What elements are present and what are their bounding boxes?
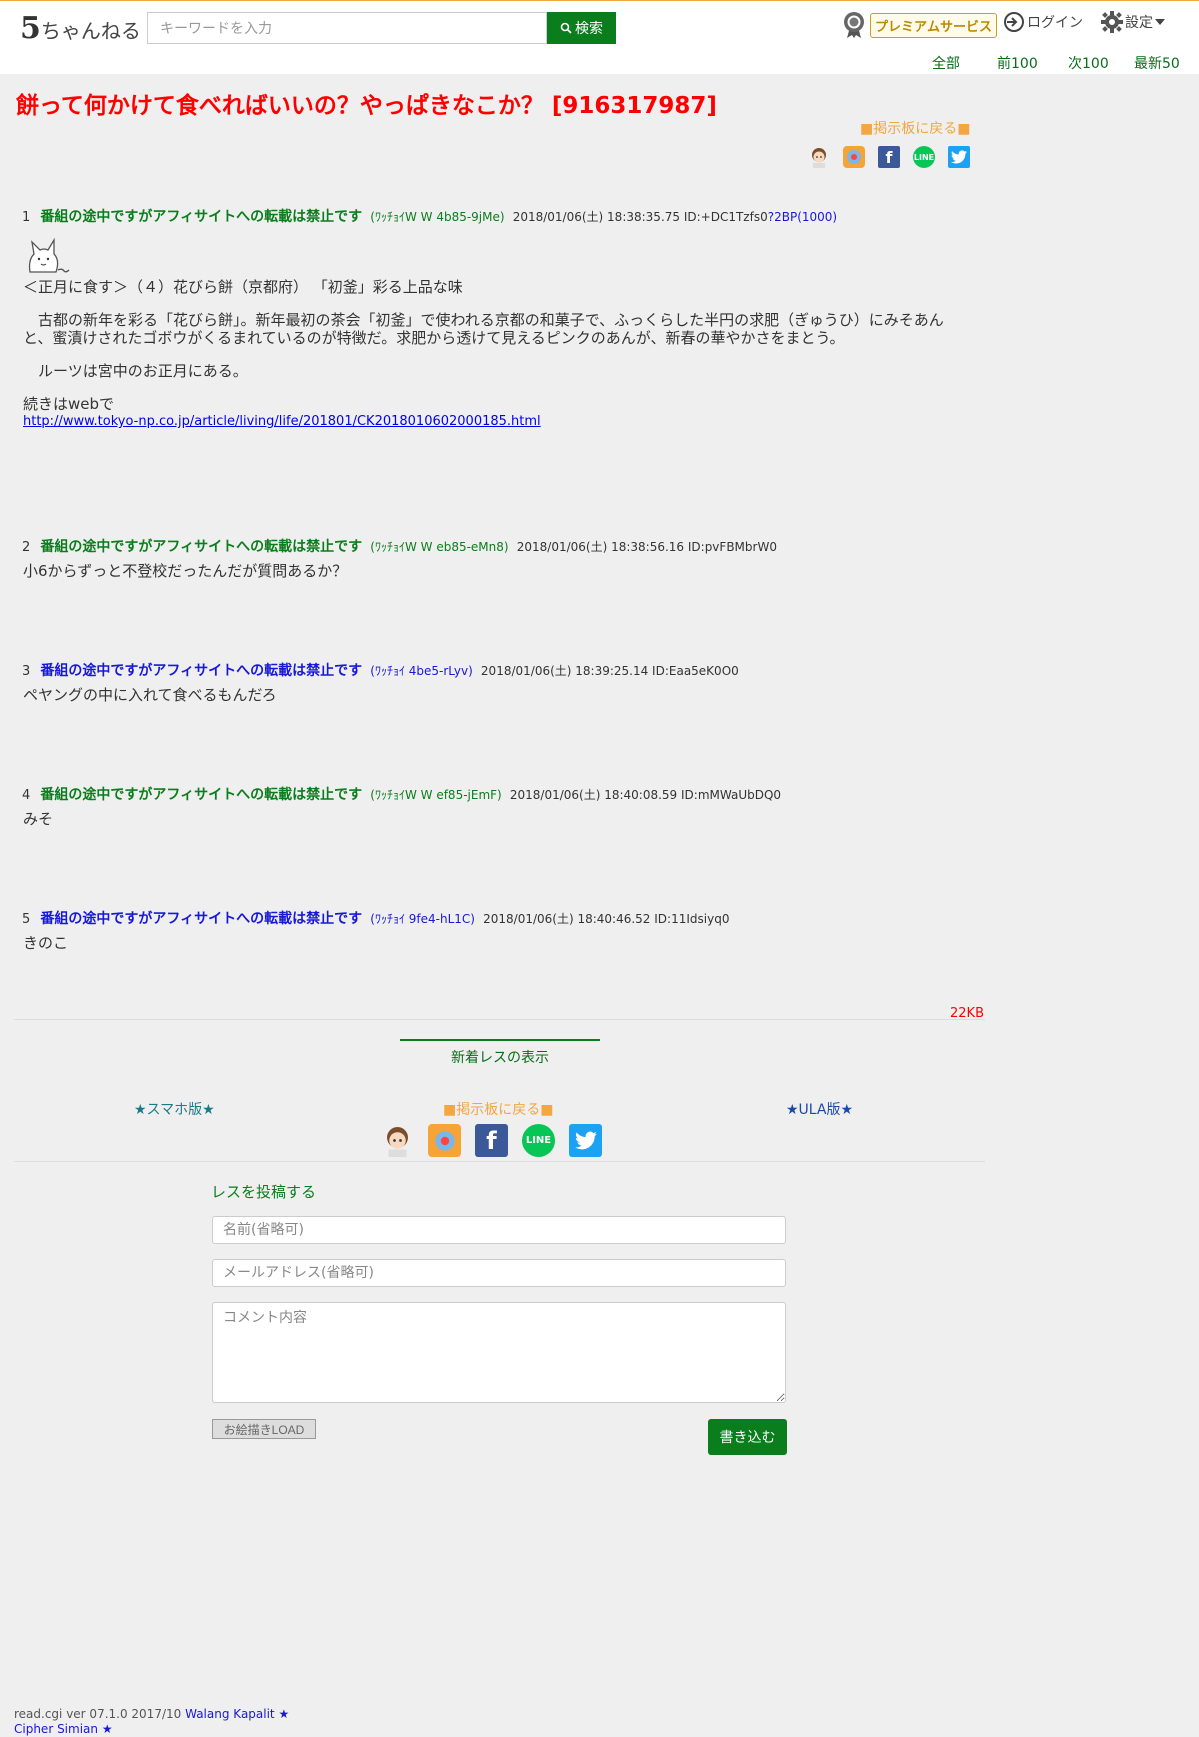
facebook-icon[interactable]: f <box>878 146 900 168</box>
post-date-id: 2018/01/06(土) 18:38:35.75 ID:+DC1Tzfs0 <box>512 210 768 224</box>
back-to-board-link[interactable]: ■掲示板に戻る■ <box>860 118 970 138</box>
divider <box>14 1161 985 1162</box>
author-link-2[interactable]: Cipher Simian <box>14 1722 98 1736</box>
post-author-name[interactable]: 番組の途中ですがアフィサイトへの転載は禁止です <box>40 911 362 927</box>
post-number: 5 <box>22 912 31 927</box>
login-link[interactable]: ログイン <box>1003 11 1083 33</box>
post-number: 4 <box>22 788 31 803</box>
search-input[interactable] <box>147 12 547 44</box>
post-body-1: ＜正月に食す＞（４）花びら餅（京都府） 「初釜」彩る上品な味 古都の新年を彩る「… <box>23 278 968 431</box>
post-be-link[interactable]: ?2BP(1000) <box>768 210 837 224</box>
ula-version-link[interactable]: ★ULA版★ <box>786 1099 853 1119</box>
login-icon <box>1004 12 1024 32</box>
medal-icon <box>844 12 864 38</box>
top-bar: 5ちゃんねる 検索 プレミアムサービス ログイン 設定 全部 前100 次100… <box>0 0 1199 74</box>
post-header-1: 1 番組の途中ですがアフィサイトへの転載は禁止です (ﾜｯﾁｮｲW W 4b85… <box>22 206 837 226</box>
post-header-2: 2 番組の途中ですがアフィサイトへの転載は禁止です (ﾜｯﾁｮｲW W eb85… <box>22 536 777 556</box>
comment-field[interactable] <box>212 1302 786 1403</box>
avatar-icon[interactable] <box>808 146 830 168</box>
star-icon: ★ <box>278 1707 290 1721</box>
post-author-name[interactable]: 番組の途中ですがアフィサイトへの転載は禁止です <box>40 209 362 225</box>
post-line: ペヤングの中に入れて食べるもんだろ <box>23 686 277 704</box>
divider <box>14 1019 985 1020</box>
be-icon <box>28 237 70 273</box>
logo-number: 5 <box>20 11 41 46</box>
oekaki-load-button[interactable]: お絵描きLOAD <box>212 1419 316 1439</box>
post-line: ルーツは宮中のお正月にある。 <box>23 362 248 380</box>
share-bar-bottom: f LINE <box>381 1124 602 1157</box>
post-body-5: きのこ <box>23 934 968 952</box>
logo-kana: ちゃんねる <box>40 19 141 43</box>
post-trip: (ﾜｯﾁｮｲ 9fe4-hL1C) <box>370 912 475 926</box>
post-body-3: ペヤングの中に入れて食べるもんだろ <box>23 686 968 704</box>
post-line: ＜正月に食す＞（４）花びら餅（京都府） 「初釜」彩る上品な味 <box>23 278 463 296</box>
thread-title: 餅って何かけて食べればいいの？やっぱきなこか？ [916317987] <box>16 93 717 119</box>
post-author-name[interactable]: 番組の途中ですがアフィサイトへの転載は禁止です <box>40 787 362 803</box>
new-res-button[interactable]: 新着レスの表示 <box>400 1039 600 1067</box>
blog-share-icon[interactable] <box>843 146 865 168</box>
login-label: ログイン <box>1027 15 1083 31</box>
site-logo[interactable]: 5ちゃんねる <box>20 11 141 46</box>
submit-button[interactable]: 書き込む <box>708 1419 787 1455</box>
post-trip: (ﾜｯﾁｮｲW W ef85-jEmF) <box>370 788 502 802</box>
pagenav-all[interactable]: 全部 <box>932 53 960 73</box>
share-bar-top: f LINE <box>808 146 970 168</box>
settings-menu[interactable]: 設定 <box>1101 11 1165 33</box>
post-trip: (ﾜｯﾁｮｲW W eb85-eMn8) <box>370 540 509 554</box>
article-link[interactable]: http://www.tokyo-np.co.jp/article/living… <box>23 414 541 429</box>
gear-icon <box>1101 11 1123 33</box>
back-to-board-link-bottom[interactable]: ■掲示板に戻る■ <box>443 1099 553 1119</box>
smartphone-version-link[interactable]: ★スマホ版★ <box>134 1099 215 1119</box>
post-trip: (ﾜｯﾁｮｲW W 4b85-9jMe) <box>370 210 505 224</box>
premium-label: プレミアムサービス <box>870 12 998 38</box>
search-button-label: 検索 <box>575 20 603 36</box>
avatar-icon[interactable] <box>381 1124 414 1157</box>
post-trip: (ﾜｯﾁｮｲ 4be5-rLyv) <box>370 664 473 678</box>
post-line: 小6からずっと不登校だったんだが質問あるか？ <box>23 562 348 580</box>
post-header-3: 3 番組の途中ですがアフィサイトへの転載は禁止です (ﾜｯﾁｮｲ 4be5-rL… <box>22 660 739 680</box>
pagenav-next[interactable]: 次100 <box>1068 53 1109 73</box>
post-line: みそ <box>23 810 54 828</box>
post-author-name[interactable]: 番組の途中ですがアフィサイトへの転載は禁止です <box>40 663 362 679</box>
search-button[interactable]: 検索 <box>547 12 616 44</box>
line-icon[interactable]: LINE <box>522 1124 555 1157</box>
post-line: 古都の新年を彩る「花びら餅」。新年最初の茶会「初釜」で使われる京都の和菓子で、ふ… <box>23 311 944 347</box>
post-date-id: 2018/01/06(土) 18:39:25.14 ID:Eaa5eK0O0 <box>480 664 739 678</box>
credits: read.cgi ver 07.1.0 2017/10 Walang Kapal… <box>14 1707 289 1737</box>
post-number: 2 <box>22 540 31 555</box>
post-line: きのこ <box>23 934 69 952</box>
post-body-4: みそ <box>23 810 968 828</box>
post-date-id: 2018/01/06(土) 18:38:56.16 ID:pvFBMbrW0 <box>516 540 777 554</box>
search-icon <box>560 22 572 34</box>
twitter-icon[interactable] <box>948 146 970 168</box>
post-author-name[interactable]: 番組の途中ですがアフィサイトへの転載は禁止です <box>40 539 362 555</box>
post-body-2: 小6からずっと不登校だったんだが質問あるか？ <box>23 562 968 580</box>
facebook-icon[interactable]: f <box>475 1124 508 1157</box>
author-link-1[interactable]: Walang Kapalit <box>185 1707 275 1721</box>
post-line: 続きはwebで <box>23 395 115 413</box>
post-date-id: 2018/01/06(土) 18:40:08.59 ID:mMWaUbDQ0 <box>509 788 782 802</box>
post-number: 1 <box>22 210 31 225</box>
name-field[interactable] <box>212 1216 786 1244</box>
line-icon[interactable]: LINE <box>913 146 935 168</box>
post-header-4: 4 番組の途中ですがアフィサイトへの転載は禁止です (ﾜｯﾁｮｲW W ef85… <box>22 784 781 804</box>
pagenav-latest[interactable]: 最新50 <box>1134 53 1180 73</box>
pagenav-prev[interactable]: 前100 <box>997 53 1038 73</box>
twitter-icon[interactable] <box>569 1124 602 1157</box>
version-text: read.cgi ver 07.1.0 2017/10 <box>14 1707 182 1721</box>
post-date-id: 2018/01/06(土) 18:40:46.52 ID:11Idsiyq0 <box>483 912 730 926</box>
post-form-title: レスを投稿する <box>211 1183 317 1201</box>
post-header-5: 5 番組の途中ですがアフィサイトへの転載は禁止です (ﾜｯﾁｮｲ 9fe4-hL… <box>22 908 729 928</box>
post-number: 3 <box>22 664 31 679</box>
star-icon: ★ <box>101 1722 113 1736</box>
premium-service[interactable]: プレミアムサービス <box>842 11 998 39</box>
email-field[interactable] <box>212 1259 786 1287</box>
blog-share-icon[interactable] <box>428 1124 461 1157</box>
settings-label: 設定 <box>1125 15 1153 31</box>
chevron-down-icon <box>1155 19 1165 25</box>
